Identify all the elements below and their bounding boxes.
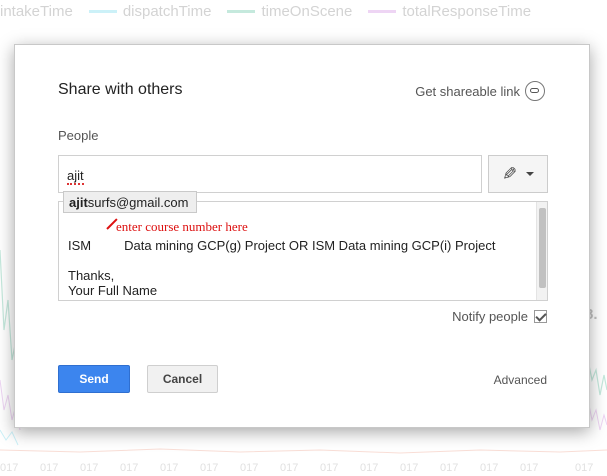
suggestion-rest: surfs@gmail.com	[87, 195, 189, 210]
message-line: ISM Data mining GCP(g) Project OR ISM Dat…	[68, 238, 495, 253]
pencil-icon: ✎	[502, 163, 518, 184]
annotation-text: enter course number here	[116, 219, 248, 234]
message-course-text: Data mining GCP(g) Project OR ISM Data m…	[124, 238, 496, 253]
advanced-link[interactable]: Advanced	[494, 373, 547, 387]
share-dialog: Share with others Get shareable link Peo…	[14, 44, 590, 428]
share-link-label: Get shareable link	[415, 83, 520, 99]
permission-dropdown-button[interactable]: ✎	[488, 155, 548, 193]
suggestion-match: ajit	[69, 195, 88, 210]
dialog-title: Share with others	[58, 81, 183, 98]
people-input-value: ajit	[67, 168, 84, 185]
link-icon	[525, 81, 545, 101]
message-prefix: ISM	[68, 238, 92, 253]
people-input[interactable]: ajit	[58, 155, 482, 193]
get-shareable-link[interactable]: Get shareable link	[415, 81, 545, 101]
message-line: Your Full Name	[68, 283, 158, 298]
message-line: Thanks,	[68, 268, 115, 283]
notify-label: Notify people	[452, 309, 528, 324]
notify-people-toggle[interactable]: Notify people	[452, 309, 547, 324]
send-button[interactable]: Send	[58, 365, 130, 393]
chevron-down-icon	[525, 172, 534, 176]
cancel-button[interactable]: Cancel	[147, 365, 218, 393]
message-scrollbar[interactable]	[536, 202, 547, 300]
checkbox-checked-icon[interactable]	[534, 310, 547, 323]
scrollbar-thumb[interactable]	[539, 208, 546, 288]
people-label: People	[58, 128, 99, 143]
autocomplete-suggestion[interactable]: ajitsurfs@gmail.com	[63, 191, 198, 213]
